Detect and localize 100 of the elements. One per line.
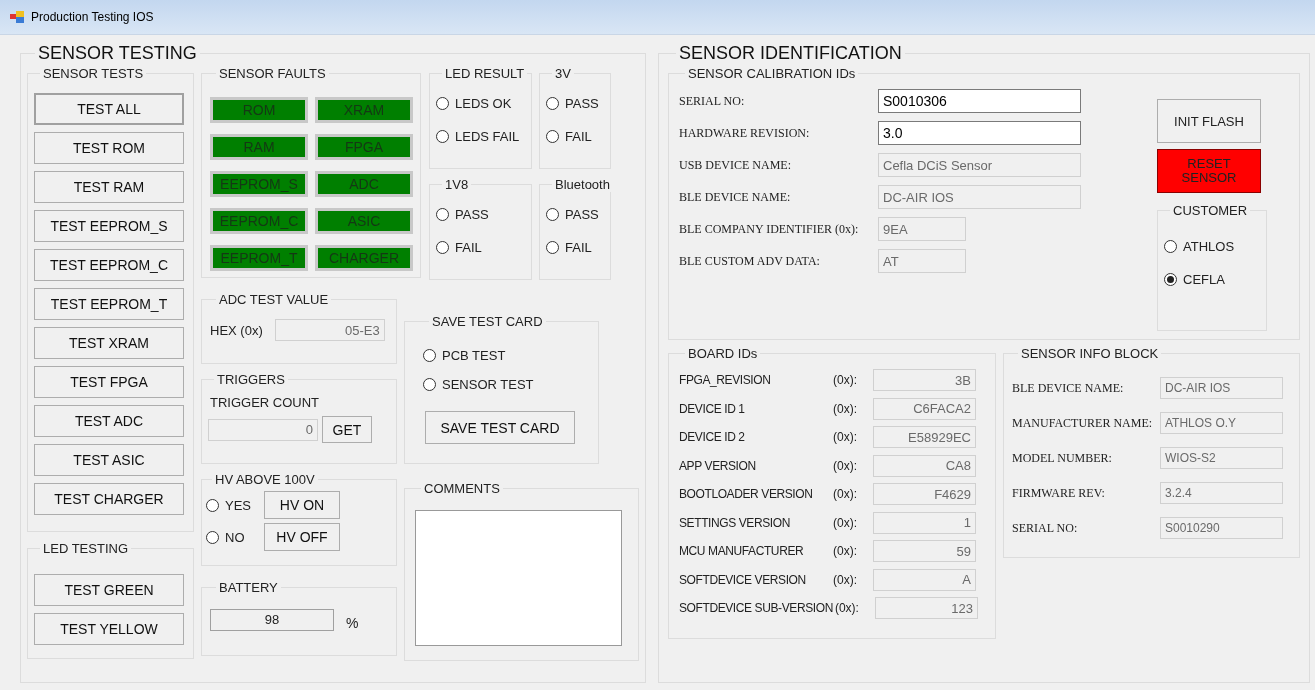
test-button[interactable]: TEST EEPROM_T (34, 288, 184, 320)
text-field[interactable]: ATHLOS O.Y (1160, 412, 1283, 434)
field-label: BLE COMPANY IDENTIFIER (0x): (679, 221, 860, 237)
group-title: COMMENTS (423, 481, 501, 496)
radio-button[interactable]: CEFLA (1164, 269, 1225, 289)
comments-field[interactable] (415, 510, 622, 646)
test-button[interactable]: TEST EEPROM_C (34, 249, 184, 281)
test-button[interactable]: TEST RAM (34, 171, 184, 203)
text-field[interactable]: 123 (874, 597, 978, 619)
field-label: FIRMWARE REV: (1012, 485, 1106, 501)
window-title: Production Testing IOS (31, 10, 154, 24)
group-title: TRIGGERS (216, 372, 286, 387)
field-label: FPGA_REVISION (679, 373, 772, 387)
field-label: MANUFACTURER NAME: (1012, 415, 1154, 431)
group-title: LED TESTING (42, 541, 129, 556)
field-label: SERIAL NO: (679, 93, 746, 109)
unit-label: (0x): (834, 601, 860, 615)
text-field[interactable]: 59 (873, 540, 976, 562)
radio-button[interactable]: LEDS OK (436, 93, 512, 113)
test-button[interactable]: TEST CHARGER (34, 483, 184, 515)
text-field[interactable]: E58929EC (873, 426, 976, 448)
fault-indicator: XRAM (315, 97, 413, 123)
test-button[interactable]: TEST YELLOW (34, 613, 184, 645)
text-field[interactable]: C6FACA2 (873, 397, 976, 420)
group-title: Bluetooth (554, 177, 611, 192)
unit-label: (0x): (833, 430, 858, 444)
unit-label: % (346, 614, 359, 631)
text-field[interactable]: 05-E3 (274, 319, 385, 341)
test-button[interactable]: TEST GREEN (34, 574, 184, 606)
group-title: SENSOR TESTS (42, 66, 145, 81)
fault-indicator: RAM (210, 134, 308, 160)
flash-button[interactable]: INIT FLASH (1157, 99, 1261, 143)
text-field[interactable]: 0 (208, 418, 318, 441)
unit-label: (0x): (833, 572, 858, 587)
radio-button[interactable]: YES (206, 495, 264, 515)
test-button[interactable]: TEST EEPROM_S (34, 210, 184, 242)
text-field[interactable]: S0010290 (1160, 517, 1283, 539)
field-label: APP VERSION (679, 458, 757, 473)
field-label: MCU MANUFACTURER (679, 544, 805, 558)
group-title: SENSOR FAULTS (218, 66, 327, 81)
radio-button[interactable]: PASS (436, 204, 489, 224)
field-label: BLE CUSTOM ADV DATA: (679, 253, 821, 269)
field-label: SOFTDEVICE SUB-VERSION (679, 601, 833, 615)
field-label: HARDWARE REVISION: (679, 125, 811, 141)
text-field[interactable]: F4629 (873, 483, 976, 505)
test-button[interactable]: TEST ASIC (34, 444, 184, 476)
radio-button[interactable]: FAIL (546, 126, 592, 146)
field-label: BLE DEVICE NAME: (1012, 380, 1125, 396)
radio-button[interactable]: FAIL (546, 237, 592, 257)
text-field[interactable]: 1 (873, 511, 976, 534)
app-icon (10, 11, 24, 23)
text-field[interactable]: 3.2.4 (1160, 482, 1283, 504)
unit-label: (0x): (833, 401, 858, 416)
group-title: CUSTOMER (1172, 203, 1249, 218)
text-field[interactable]: DC-AIR IOS (1160, 377, 1283, 399)
hv-button[interactable]: HV OFF (264, 523, 340, 551)
test-button[interactable]: TEST XRAM (34, 327, 184, 359)
test-button[interactable]: TEST ALL (34, 93, 184, 125)
radio-button[interactable]: NO (206, 527, 264, 547)
save-button[interactable]: SAVE TEST CARD (425, 411, 575, 444)
radio-button[interactable]: PCB TEST (423, 345, 506, 365)
radio-button[interactable]: PASS (546, 204, 599, 224)
radio-button[interactable]: SENSOR TEST (423, 374, 534, 394)
text-field[interactable]: A (873, 568, 976, 591)
fault-indicator: EEPROM_C (210, 208, 308, 234)
field-label: SETTINGS VERSION (679, 515, 791, 530)
text-field[interactable]: 3B (873, 369, 976, 391)
group-title: 1V8 (444, 177, 470, 192)
hv-button[interactable]: HV ON (264, 491, 340, 519)
text-field[interactable]: S0010306 (878, 89, 1081, 113)
fault-indicator: CHARGER (315, 245, 413, 271)
fault-indicator: ASIC (315, 208, 413, 234)
unit-label: (0x): (833, 458, 858, 473)
unit-label: (0x): (833, 373, 858, 387)
radio-button[interactable]: LEDS FAIL (436, 126, 520, 146)
test-button[interactable]: TEST ADC (34, 405, 184, 437)
fault-indicator: ROM (210, 97, 308, 123)
reset-button[interactable]: RESET SENSOR (1157, 149, 1261, 193)
fault-indicator: ADC (315, 171, 413, 197)
radio-button[interactable]: PASS (546, 93, 599, 113)
text-field[interactable]: CA8 (873, 454, 976, 477)
fault-indicator: EEPROM_S (210, 171, 308, 197)
text-field[interactable]: 3.0 (878, 121, 1081, 145)
text-field[interactable]: WIOS-S2 (1160, 447, 1283, 469)
field-label: SERIAL NO: (1012, 520, 1079, 536)
group-title: BOARD IDs (687, 346, 759, 361)
unit-label: (0x): (833, 515, 858, 530)
test-button[interactable]: TEST ROM (34, 132, 184, 164)
group-title: ADC TEST VALUE (218, 292, 330, 307)
radio-button[interactable]: FAIL (436, 237, 482, 257)
unit-label: (0x): (833, 487, 858, 501)
group-title: LED RESULT (444, 66, 526, 81)
field-label: USB DEVICE NAME: (679, 157, 792, 173)
test-button[interactable]: TEST FPGA (34, 366, 184, 398)
field-label: DEVICE ID 1 (679, 401, 746, 416)
field-label: TRIGGER COUNT (210, 395, 321, 410)
radio-button[interactable]: ATHLOS (1164, 236, 1235, 256)
fault-indicator: FPGA (315, 134, 413, 160)
get-button[interactable]: GET (322, 416, 372, 443)
unit-label: (0x): (833, 544, 858, 558)
